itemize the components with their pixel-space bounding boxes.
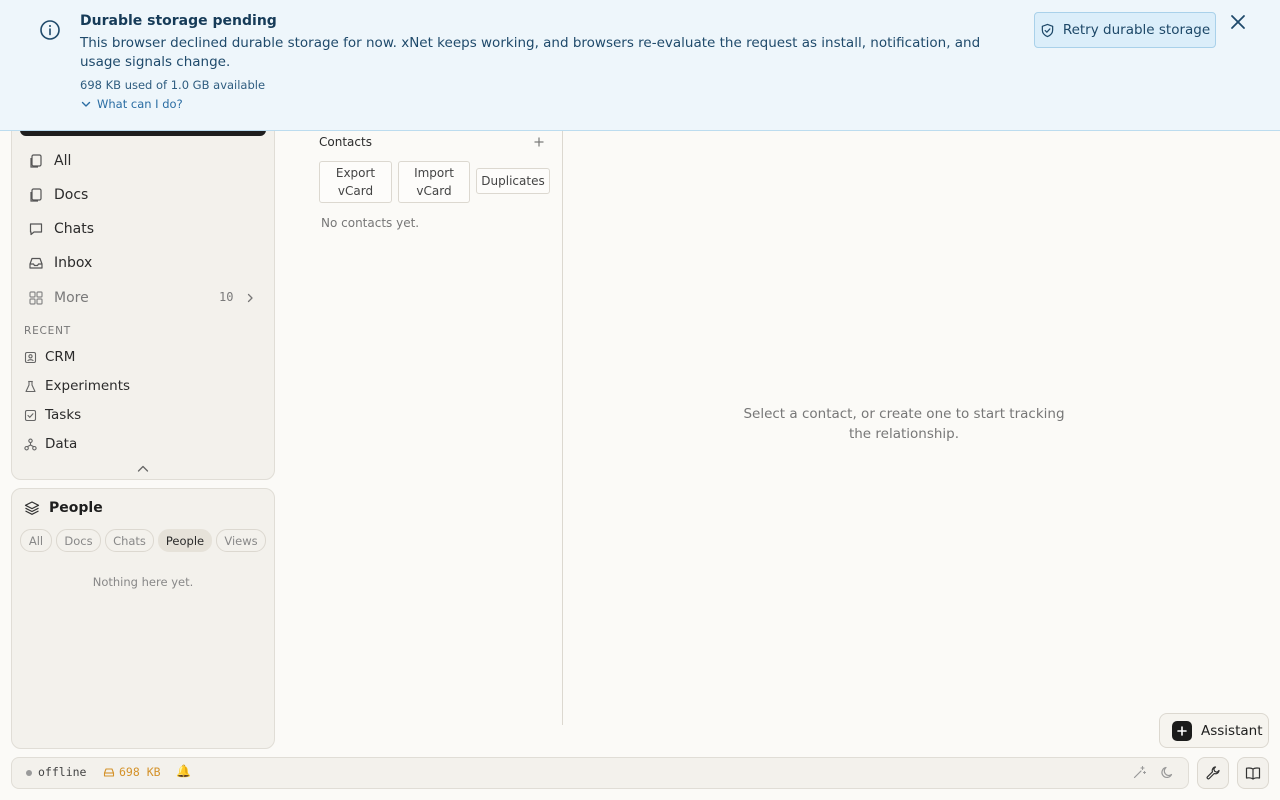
chevron-right-icon (244, 292, 256, 304)
filter-chip-views[interactable]: Views (216, 529, 266, 552)
recent-item-label: Experiments (45, 378, 131, 394)
docs-button[interactable] (1237, 757, 1269, 789)
layers-icon (24, 500, 40, 516)
duplicates-button[interactable]: Duplicates (476, 168, 550, 194)
recent-heading: RECENT (24, 325, 71, 337)
sidebar-item-label: Chats (54, 221, 95, 237)
filter-chip-docs[interactable]: Docs (56, 529, 101, 552)
copy-icon (28, 153, 44, 169)
storage-size: 698 KB (119, 765, 161, 779)
grid-icon (28, 290, 44, 306)
sidebar-item-label: Inbox (54, 255, 93, 271)
sparkle-plus-icon (1172, 720, 1192, 741)
sidebar-item-label: Docs (54, 187, 89, 203)
people-title: People (24, 500, 103, 516)
storage-usage: 698 KB used of 1.0 GB available (80, 78, 266, 92)
shield-check-icon (1040, 23, 1055, 38)
people-title-label: People (49, 500, 103, 516)
banner-title: Durable storage pending (80, 13, 277, 29)
network-icon (24, 438, 37, 451)
pane-divider[interactable] (562, 131, 563, 725)
storage-indicator[interactable]: 698 KB (103, 765, 161, 779)
checkbox-icon (24, 409, 37, 422)
recent-item-label: Tasks (45, 407, 82, 423)
storage-banner: Durable storage pending This browser dec… (0, 0, 1280, 131)
what-can-i-do-toggle[interactable]: What can I do? (80, 97, 183, 111)
sidebar-item-all[interactable]: All (16, 146, 256, 176)
info-icon (39, 19, 61, 41)
plus-icon[interactable] (532, 135, 546, 149)
retry-durable-storage-button[interactable]: Retry durable storage (1034, 12, 1216, 48)
assistant-label: Assistant (1201, 722, 1263, 739)
drive-icon (103, 766, 115, 778)
magic-wand-icon[interactable] (1132, 765, 1147, 780)
more-count: 10 (219, 290, 234, 304)
contacts-empty-state: No contacts yet. (321, 216, 420, 230)
contacts-heading: Contacts (319, 135, 372, 149)
import-vcard-button[interactable]: Import vCard (398, 161, 470, 203)
recent-item-experiments[interactable]: Experiments (20, 373, 260, 399)
what-can-i-do-label: What can I do? (97, 97, 183, 111)
recent-item-tasks[interactable]: Tasks (20, 402, 260, 428)
connection-dot (26, 770, 32, 776)
filter-chip-people[interactable]: People (158, 529, 212, 552)
book-open-icon (1245, 765, 1261, 781)
assistant-button[interactable]: Assistant (1159, 713, 1269, 748)
recent-item-label: Data (45, 436, 78, 452)
filter-chip-chats[interactable]: Chats (105, 529, 154, 552)
recent-item-label: CRM (45, 349, 76, 365)
close-icon[interactable] (1228, 12, 1248, 32)
banner-message: This browser declined durable storage fo… (80, 35, 981, 70)
sidebar-item-docs[interactable]: Docs (16, 180, 256, 210)
detail-empty-state: Select a contact, or create one to start… (743, 406, 1065, 442)
retry-label: Retry durable storage (1062, 22, 1211, 38)
inbox-icon (28, 255, 44, 271)
moon-icon[interactable] (1160, 765, 1175, 780)
devtools-button[interactable] (1197, 757, 1229, 789)
chat-icon (28, 221, 44, 237)
export-vcard-button[interactable]: Export vCard (319, 161, 392, 203)
sidebar-item-label: More (54, 290, 89, 306)
contact-card-icon (24, 351, 37, 364)
sidebar-item-chats[interactable]: Chats (16, 214, 256, 244)
people-empty-state: Nothing here yet. (92, 575, 194, 589)
wrench-icon (1205, 765, 1221, 781)
copy-icon (28, 187, 44, 203)
chevron-up-icon[interactable] (135, 462, 151, 476)
sidebar-item-inbox[interactable]: Inbox (16, 248, 256, 278)
people-panel (11, 488, 275, 749)
chevron-down-icon (80, 98, 92, 110)
filter-chip-all[interactable]: All (20, 529, 52, 552)
recent-item-crm[interactable]: CRM (20, 344, 260, 370)
sidebar-item-label: All (54, 153, 72, 169)
connection-status: offline (38, 765, 87, 779)
flask-icon (24, 380, 37, 393)
bell-icon[interactable]: 🔔 (176, 764, 191, 778)
recent-item-data[interactable]: Data (20, 431, 260, 457)
